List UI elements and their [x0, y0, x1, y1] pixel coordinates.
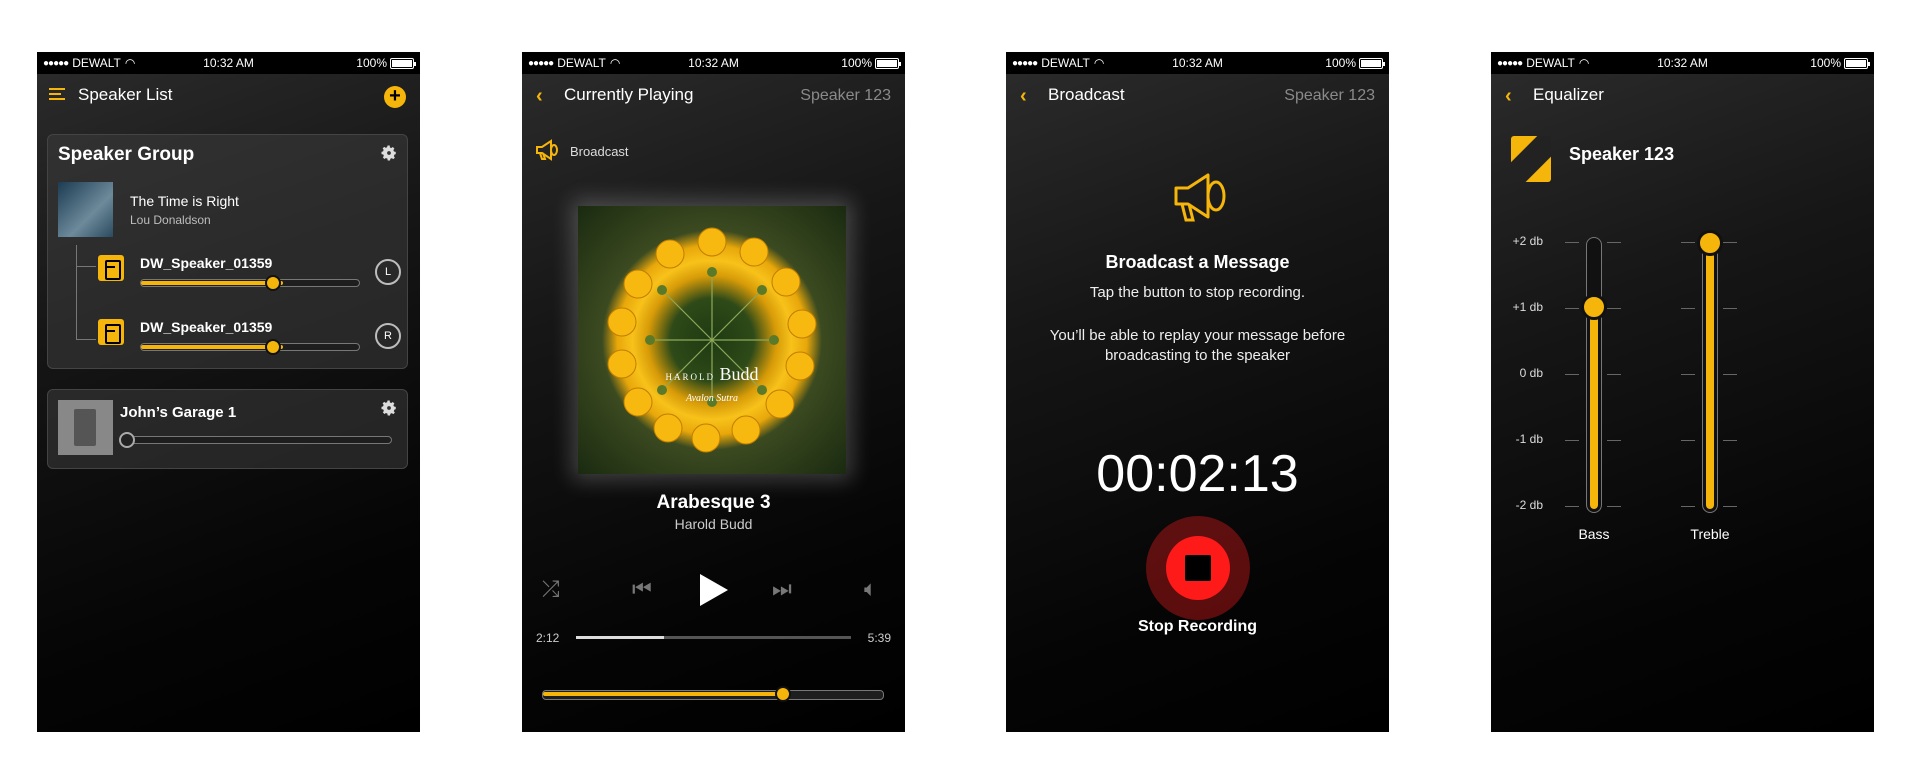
- battery-percent: 100%: [356, 56, 387, 70]
- speaker-name: DW_Speaker_01359: [140, 319, 273, 335]
- nav-bar: Speaker List +: [37, 74, 420, 116]
- back-chevron-icon[interactable]: ‹: [1020, 85, 1027, 108]
- nav-bar: ‹ Broadcast Speaker 123: [1006, 74, 1389, 116]
- next-track-icon[interactable]: ⏭: [772, 576, 792, 602]
- megaphone-icon: [1174, 173, 1226, 222]
- broadcast-link[interactable]: Broadcast: [570, 144, 629, 159]
- now-playing-title: The Time is Right: [130, 193, 239, 209]
- speaker-thumbnail: [58, 400, 113, 455]
- nav-bar: ‹ Currently Playing Speaker 123: [522, 74, 905, 116]
- page-title: Currently Playing: [564, 85, 694, 104]
- recording-timer: 00:02:13: [1096, 445, 1299, 503]
- battery-percent: 100%: [1325, 56, 1356, 70]
- treble-knob[interactable]: [1697, 230, 1723, 256]
- page-title: Broadcast: [1048, 85, 1125, 104]
- play-icon[interactable]: [698, 572, 730, 608]
- progress-bar[interactable]: [576, 636, 851, 639]
- page-title: Equalizer: [1533, 85, 1604, 104]
- status-bar: ●●●●● DEWALT ◠ 10:32 AM 100%: [37, 52, 420, 74]
- group-title: Speaker Group: [58, 144, 195, 165]
- status-bar: ●●●●● DEWALT ◠ 10:32 AM 100%: [522, 52, 905, 74]
- tree-line: [76, 266, 96, 267]
- volume-slider[interactable]: [542, 686, 884, 702]
- battery-percent: 100%: [1810, 56, 1841, 70]
- flower-art: [607, 227, 817, 453]
- now-playing-artist: Lou Donaldson: [130, 213, 211, 227]
- db-label: +2 db: [1512, 234, 1543, 248]
- menu-icon[interactable]: [49, 88, 65, 101]
- speaker-list-screen: ●●●●● DEWALT ◠ 10:32 AM 100% Speaker List …: [37, 52, 420, 732]
- db-label: 0 db: [1519, 366, 1543, 380]
- album-thumbnail: [58, 182, 113, 237]
- add-speaker-button[interactable]: +: [384, 86, 406, 108]
- album-art: HAROLD Budd Avalon Sutra: [578, 206, 846, 474]
- broadcast-subheading: Tap the button to stop recording.: [1089, 284, 1306, 301]
- channel-right-button[interactable]: R: [375, 323, 401, 349]
- tree-line: [76, 339, 96, 340]
- speaker-icon: [98, 319, 124, 345]
- total-duration: 5:39: [867, 631, 891, 645]
- broadcast-heading: Broadcast a Message: [1105, 252, 1290, 272]
- song-artist: Harold Budd: [674, 516, 753, 532]
- page-title: Speaker List: [78, 85, 173, 104]
- nav-bar: ‹ Equalizer: [1491, 74, 1874, 116]
- speaker-group-card[interactable]: Speaker Group The Time is Right Lou Dona…: [47, 134, 408, 369]
- gear-icon[interactable]: [380, 399, 398, 417]
- speaker-thumbnail: [1511, 136, 1551, 182]
- speaker-icon: [98, 255, 124, 281]
- currently-playing-screen: ●●●●● DEWALT ◠ 10:32 AM 100% ‹ Currently P…: [522, 52, 905, 732]
- speaker-row[interactable]: DW_Speaker_01359 R: [98, 319, 407, 369]
- bass-knob[interactable]: [1581, 294, 1607, 320]
- slider-knob[interactable]: [775, 686, 791, 702]
- gear-icon[interactable]: [380, 144, 398, 162]
- volume-slider[interactable]: [119, 432, 392, 448]
- db-label: -1 db: [1515, 432, 1543, 446]
- speaker-name: DW_Speaker_01359: [140, 255, 273, 271]
- shuffle-icon[interactable]: ⤮: [542, 576, 560, 602]
- status-bar: ●●●●● DEWALT ◠ 10:32 AM 100%: [1006, 52, 1389, 74]
- volume-slider[interactable]: [140, 275, 360, 291]
- stop-recording-button[interactable]: [1146, 516, 1250, 620]
- db-label: +1 db: [1512, 300, 1543, 314]
- volume-slider[interactable]: [140, 339, 360, 355]
- slider-knob[interactable]: [119, 432, 135, 448]
- speaker-name: Speaker 123: [1569, 144, 1675, 164]
- battery-icon: [1359, 57, 1385, 69]
- slider-knob[interactable]: [265, 339, 281, 355]
- bass-label: Bass: [1578, 526, 1610, 542]
- song-title: Arabesque 3: [656, 492, 771, 513]
- status-bar: ●●●●● DEWALT ◠ 10:32 AM 100%: [1491, 52, 1874, 74]
- battery-icon: [390, 57, 416, 69]
- speaker-label: Speaker 123: [800, 87, 891, 104]
- db-label: -2 db: [1515, 498, 1543, 512]
- record-indicator: [1166, 536, 1230, 600]
- speaker-label: Speaker 123: [1284, 87, 1375, 104]
- stop-icon: [1185, 555, 1211, 581]
- treble-slider[interactable]: [1697, 230, 1723, 513]
- bass-slider[interactable]: [1581, 237, 1607, 513]
- volume-icon[interactable]: 🔈︎: [864, 576, 877, 602]
- previous-track-icon[interactable]: ⏮: [632, 576, 652, 602]
- back-chevron-icon[interactable]: ‹: [1505, 85, 1512, 108]
- battery-percent: 100%: [841, 56, 872, 70]
- stop-recording-label[interactable]: Stop Recording: [1006, 618, 1389, 636]
- battery-icon: [875, 57, 901, 69]
- album-art-text: HAROLD Budd Avalon Sutra: [665, 364, 759, 404]
- tree-line: [76, 245, 77, 340]
- elapsed-time: 2:12: [536, 631, 560, 645]
- megaphone-icon[interactable]: [534, 138, 560, 162]
- speaker-row[interactable]: DW_Speaker_01359 L: [98, 255, 407, 305]
- channel-left-button[interactable]: L: [375, 259, 401, 285]
- broadcast-description: You’ll be able to replay your message be…: [1049, 327, 1346, 364]
- battery-icon: [1844, 57, 1870, 69]
- treble-label: Treble: [1690, 526, 1730, 542]
- broadcast-screen: ●●●●● DEWALT ◠ 10:32 AM 100% ‹ Broadcast S…: [1006, 52, 1389, 732]
- slider-knob[interactable]: [265, 275, 281, 291]
- equalizer-screen: ●●●●● DEWALT ◠ 10:32 AM 100% ‹ Equalizer S…: [1491, 52, 1874, 732]
- speaker-name: John’s Garage 1: [120, 404, 237, 421]
- back-chevron-icon[interactable]: ‹: [536, 85, 543, 108]
- speaker-card[interactable]: John’s Garage 1: [47, 389, 408, 469]
